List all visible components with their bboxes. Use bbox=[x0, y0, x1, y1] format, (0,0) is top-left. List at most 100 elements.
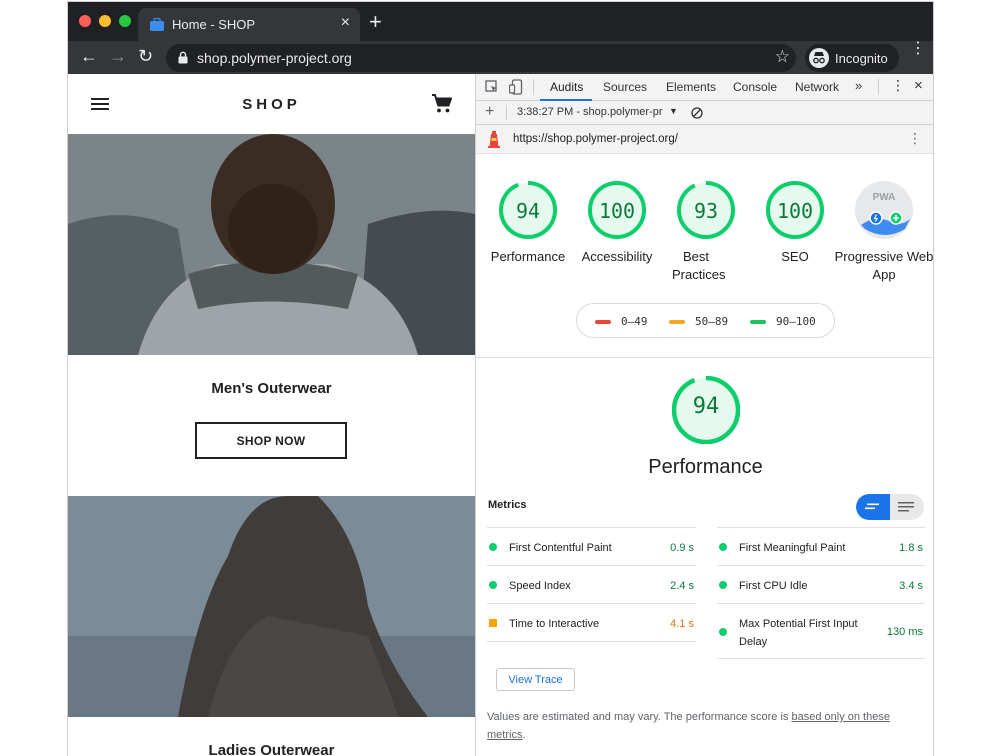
performance-label: Performance bbox=[490, 249, 566, 264]
tab-console[interactable]: Console bbox=[733, 80, 777, 94]
legend-fail-swatch bbox=[595, 320, 611, 324]
tab-elements[interactable]: Elements bbox=[666, 80, 716, 94]
browser-window: Home - SHOP × + ← → ↻ shop.polymer-proje… bbox=[67, 1, 934, 756]
audited-url[interactable]: https://shop.polymer-project.org/ bbox=[513, 133, 678, 145]
tab-close-icon[interactable]: × bbox=[341, 14, 350, 32]
legend-pass-swatch bbox=[750, 320, 766, 324]
new-tab-button[interactable]: + bbox=[369, 9, 382, 35]
compact-view-icon bbox=[865, 503, 879, 510]
section-divider bbox=[476, 357, 933, 358]
metric-first-contentful-paint[interactable]: First Contentful Paint 0.9 s bbox=[487, 527, 696, 565]
shop-header: SHOP bbox=[68, 74, 475, 134]
shop-page: SHOP Men's Outerwear SHOP NOW Ladies Out… bbox=[68, 74, 475, 756]
performance-detail-score: 94 bbox=[692, 394, 720, 419]
metric-speed-index[interactable]: Speed Index 2.4 s bbox=[487, 565, 696, 603]
new-audit-icon[interactable]: + bbox=[485, 103, 494, 121]
incognito-indicator[interactable]: Incognito bbox=[805, 44, 899, 72]
ladies-outerwear-image[interactable] bbox=[68, 496, 475, 717]
tab-title: Home - SHOP bbox=[172, 17, 256, 32]
legend-fail-range: 0–49 bbox=[621, 315, 648, 328]
pwa-label: Progressive Web App bbox=[834, 249, 934, 282]
lighthouse-icon bbox=[488, 131, 500, 148]
title-bar: Home - SHOP × + bbox=[68, 2, 933, 41]
estimate-note: Values are estimated and may vary. The p… bbox=[487, 708, 917, 744]
reload-button[interactable]: ↻ bbox=[138, 46, 153, 67]
metric-name: First Meaningful Paint bbox=[739, 542, 846, 554]
pass-indicator-icon bbox=[719, 543, 727, 551]
metric-value: 0.9 s bbox=[670, 542, 694, 554]
legend-average-range: 50–89 bbox=[695, 315, 729, 328]
metric-value: 1.8 s bbox=[899, 542, 923, 554]
metric-value: 2.4 s bbox=[670, 580, 694, 592]
accessibility-label: Accessibility bbox=[581, 249, 653, 264]
mens-outerwear-title[interactable]: Men's Outerwear bbox=[68, 380, 475, 397]
device-toolbar-icon[interactable] bbox=[509, 79, 523, 95]
mens-outerwear-image[interactable] bbox=[68, 134, 475, 355]
note-end: . bbox=[522, 729, 526, 741]
shop-title: SHOP bbox=[242, 96, 301, 113]
metric-value: 130 ms bbox=[886, 626, 923, 638]
legend-pass-range: 90–100 bbox=[776, 315, 816, 328]
clear-report-icon[interactable] bbox=[691, 107, 703, 119]
pwa-badge-text: PWA bbox=[873, 192, 896, 203]
note-text: Values are estimated and may vary. The p… bbox=[487, 711, 792, 723]
report-options-icon[interactable]: ⋮ bbox=[908, 130, 922, 147]
pass-indicator-icon bbox=[719, 628, 727, 636]
url-text: shop.polymer-project.org bbox=[197, 50, 352, 66]
metric-name: First CPU Idle bbox=[739, 580, 808, 592]
ladies-outerwear-title[interactable]: Ladies Outerwear bbox=[68, 742, 475, 756]
seo-label: SEO bbox=[781, 249, 809, 264]
metric-name: First Contentful Paint bbox=[509, 542, 612, 554]
browser-menu-icon[interactable]: ⋮ bbox=[910, 41, 926, 57]
audits-toolbar: + 3:38:27 PM - shop.polymer-pr ▼ bbox=[476, 101, 933, 125]
best-practices-score: 93 bbox=[693, 199, 719, 223]
tab-network[interactable]: Network bbox=[795, 80, 839, 94]
report-dropdown-icon[interactable]: ▼ bbox=[669, 106, 678, 116]
cart-icon[interactable] bbox=[431, 94, 453, 114]
metrics-left-bottom-border bbox=[487, 641, 696, 642]
metric-name: Max Potential First Input Delay bbox=[739, 618, 858, 648]
metric-value: 3.4 s bbox=[899, 580, 923, 592]
metric-name: Speed Index bbox=[509, 580, 571, 592]
devtools-menu-icon[interactable]: ⋮ bbox=[891, 77, 905, 94]
shop-favicon-icon bbox=[150, 18, 164, 31]
metric-value: 4.1 s bbox=[670, 618, 694, 630]
compact-view-button[interactable] bbox=[856, 494, 890, 520]
metric-first-cpu-idle[interactable]: First CPU Idle 3.4 s bbox=[717, 565, 925, 603]
expanded-view-icon[interactable] bbox=[898, 501, 914, 513]
more-tabs-icon[interactable]: » bbox=[855, 78, 862, 93]
legend-average-swatch bbox=[669, 320, 685, 324]
devtools-close-icon[interactable]: × bbox=[914, 77, 923, 94]
pass-indicator-icon bbox=[489, 581, 497, 589]
performance-detail-title: Performance bbox=[648, 456, 763, 478]
metric-max-potential-fid[interactable]: Max Potential First Input Delay 130 ms bbox=[717, 603, 925, 659]
devtools-panel: Audits Sources Elements Console Network … bbox=[475, 74, 934, 756]
close-window-button[interactable] bbox=[79, 15, 91, 27]
maximize-window-button[interactable] bbox=[119, 15, 131, 27]
address-bar[interactable]: shop.polymer-project.org ☆ bbox=[166, 44, 796, 72]
pass-indicator-icon bbox=[719, 581, 727, 589]
tab-sources[interactable]: Sources bbox=[603, 80, 647, 94]
tab-audits[interactable]: Audits bbox=[550, 80, 583, 94]
view-trace-button[interactable]: View Trace bbox=[496, 668, 575, 691]
bookmark-star-icon[interactable]: ☆ bbox=[775, 47, 790, 67]
metric-first-meaningful-paint[interactable]: First Meaningful Paint 1.8 s bbox=[717, 527, 925, 565]
lock-icon bbox=[178, 51, 188, 64]
pass-indicator-icon bbox=[489, 543, 497, 551]
seo-score: 100 bbox=[776, 199, 814, 223]
metrics-view-toggle[interactable] bbox=[856, 494, 924, 520]
forward-button[interactable]: → bbox=[109, 46, 127, 67]
incognito-label: Incognito bbox=[835, 51, 888, 66]
devtools-tab-bar: Audits Sources Elements Console Network … bbox=[476, 74, 933, 101]
back-button[interactable]: ← bbox=[80, 46, 98, 67]
shop-now-button[interactable]: SHOP NOW bbox=[195, 422, 347, 459]
metric-time-to-interactive[interactable]: Time to Interactive 4.1 s bbox=[487, 603, 696, 641]
metrics-heading: Metrics bbox=[488, 499, 527, 511]
pwa-badge-icon[interactable]: PWA bbox=[855, 181, 913, 239]
report-selector[interactable]: 3:38:27 PM - shop.polymer-pr bbox=[517, 106, 663, 118]
inspect-element-icon[interactable] bbox=[485, 80, 499, 94]
browser-tab[interactable]: Home - SHOP × bbox=[138, 8, 360, 41]
accessibility-score: 100 bbox=[598, 199, 636, 223]
minimize-window-button[interactable] bbox=[99, 15, 111, 27]
performance-score: 94 bbox=[515, 199, 541, 223]
